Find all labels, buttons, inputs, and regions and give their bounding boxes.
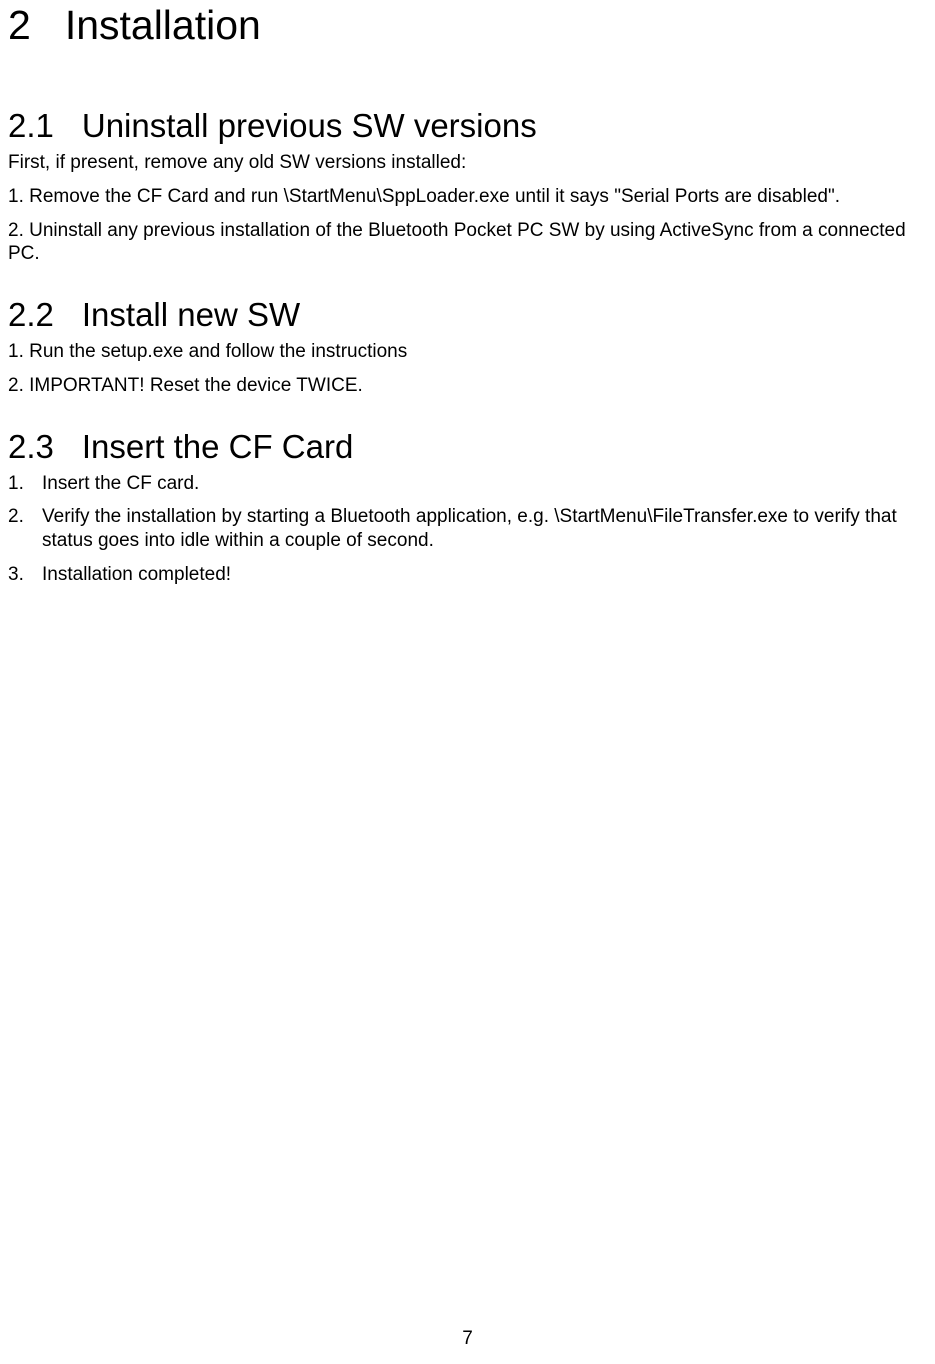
step-text: 2. IMPORTANT! Reset the device TWICE. — [8, 374, 927, 398]
list-text: Insert the CF card. — [42, 473, 199, 494]
chapter-heading: 2 Installation — [8, 2, 927, 49]
section-intro-text: First, if present, remove any old SW ver… — [8, 151, 927, 175]
chapter-title: Installation — [65, 2, 261, 48]
step-text: 1. Remove the CF Card and run \StartMenu… — [8, 185, 927, 209]
list-item: 3. Installation completed! — [8, 563, 927, 587]
section-insert-cf: 2.3 Insert the CF Card 1. Insert the CF c… — [8, 428, 927, 587]
section-title: Install new SW — [82, 296, 300, 333]
section-heading: 2.1 Uninstall previous SW versions — [8, 107, 927, 145]
section-install: 2.2 Install new SW 1. Run the setup.exe a… — [8, 296, 927, 398]
page-content: 2 Installation 2.1 Uninstall previous SW v… — [8, 0, 927, 587]
list-item: 1. Insert the CF card. — [8, 472, 927, 496]
section-title: Uninstall previous SW versions — [82, 107, 537, 144]
list-number: 2. — [8, 505, 24, 529]
section-number: 2.2 — [8, 296, 54, 334]
step-text: 1. Run the setup.exe and follow the inst… — [8, 340, 927, 364]
section-number: 2.1 — [8, 107, 54, 145]
list-text: Installation completed! — [42, 564, 231, 585]
chapter-number: 2 — [8, 2, 31, 49]
ordered-list: 1. Insert the CF card. 2. Verify the ins… — [8, 472, 927, 587]
list-number: 1. — [8, 472, 24, 496]
section-heading: 2.3 Insert the CF Card — [8, 428, 927, 466]
section-heading: 2.2 Install new SW — [8, 296, 927, 334]
page-number: 7 — [462, 1328, 473, 1350]
section-title: Insert the CF Card — [82, 428, 353, 465]
step-text: 2. Uninstall any previous installation o… — [8, 219, 927, 267]
list-text: Verify the installation by starting a Bl… — [42, 506, 897, 551]
section-number: 2.3 — [8, 428, 54, 466]
list-item: 2. Verify the installation by starting a… — [8, 505, 927, 553]
section-uninstall: 2.1 Uninstall previous SW versions First,… — [8, 107, 927, 266]
list-number: 3. — [8, 563, 24, 587]
